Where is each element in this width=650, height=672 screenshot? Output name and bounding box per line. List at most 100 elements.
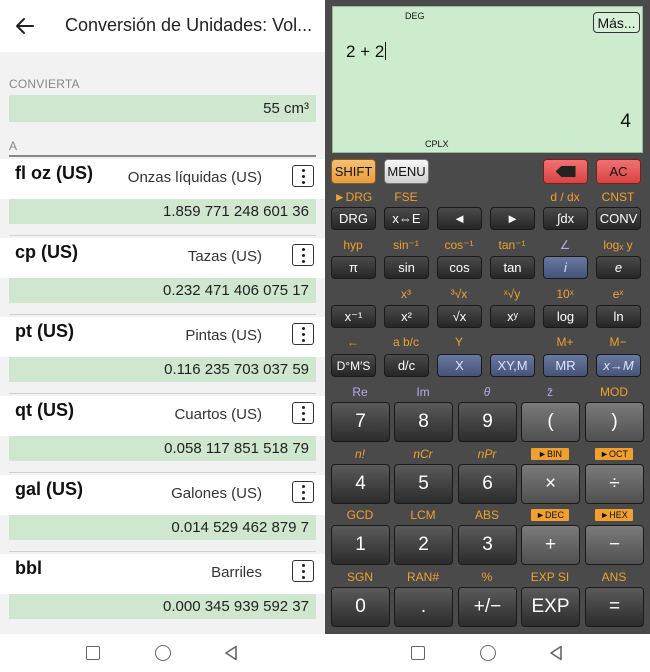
square-root-key[interactable]: √x [437, 305, 482, 328]
result-value: 4 [620, 111, 631, 132]
cursor-left-key[interactable]: ◄ [437, 207, 482, 230]
store-memory-key[interactable]: x→M [596, 354, 641, 377]
more-vert-icon[interactable] [292, 560, 314, 582]
digit-0-key[interactable]: 0 [331, 587, 390, 627]
digit-9-key[interactable]: 9 [458, 402, 517, 442]
digit-2-key[interactable]: 2 [394, 525, 453, 565]
key-label-fse: FSE [394, 190, 418, 204]
unit-row[interactable]: qt (US) Cuartos (US) 0.058 117 851 518 7… [0, 394, 325, 473]
input-value-field[interactable]: 55 cm³ [9, 95, 316, 122]
euler-key[interactable]: e [596, 256, 641, 279]
system-nav-bar [0, 634, 650, 672]
unit-value: 0.116 235 703 037 59 [9, 357, 316, 382]
square-key[interactable]: x² [384, 305, 429, 328]
back-triangle-icon[interactable] [224, 645, 238, 661]
key-label-y: Y [454, 335, 463, 349]
reciprocal-key[interactable]: x⁻¹ [331, 305, 376, 328]
unit-row[interactable]: bbl Barriles 0.000 345 939 592 37 [0, 552, 325, 631]
unit-symbol: qt (US) [15, 400, 74, 420]
unit-value: 0.058 117 851 518 79 [9, 436, 316, 461]
open-paren-key[interactable]: ( [521, 402, 580, 442]
page-title: Conversión de Unidades: Vol... [65, 15, 313, 35]
tan-key[interactable]: tan [490, 256, 535, 279]
key-label-hyp: hyp [343, 238, 363, 252]
multiply-key[interactable]: × [521, 464, 580, 504]
exp-key[interactable]: EXP [521, 587, 580, 627]
key-label-factorial: n! [354, 447, 365, 461]
shift-key[interactable]: SHIFT [331, 159, 376, 184]
digit-7-key[interactable]: 7 [331, 402, 390, 442]
cos-key[interactable]: cos [437, 256, 482, 279]
app-bar: Conversión de Unidades: Vol... [0, 0, 325, 52]
text-cursor [385, 42, 387, 60]
unit-row[interactable]: gal (US) Galones (US) 0.014 529 462 879 … [0, 473, 325, 552]
key-label-hex: ►HEX [595, 509, 633, 521]
unit-value: 1.859 771 248 601 36 [9, 199, 316, 224]
memory-recall-key[interactable]: MR [543, 354, 588, 377]
equals-key[interactable]: = [585, 587, 644, 627]
unit-symbol: fl oz (US) [15, 163, 93, 183]
ln-key[interactable]: ln [596, 305, 641, 328]
key-label-acos: cos⁻¹ [444, 238, 474, 252]
recents-square-icon[interactable] [411, 646, 425, 660]
unit-symbol: gal (US) [15, 479, 84, 499]
key-label-re: Re [352, 385, 368, 399]
unit-row[interactable]: fl oz (US) Onzas líquidas (US) 1.859 771… [0, 157, 325, 236]
menu-key[interactable]: MENU [384, 159, 429, 184]
plus-key[interactable]: + [521, 525, 580, 565]
imaginary-key[interactable]: i [543, 256, 588, 279]
unit-row[interactable]: cp (US) Tazas (US) 0.232 471 406 075 17 [0, 236, 325, 315]
fraction-key[interactable]: d/c [384, 354, 429, 377]
key-label-cube: x³ [401, 287, 411, 301]
conv-key[interactable]: CONV [596, 207, 641, 230]
more-button[interactable]: Más... [593, 12, 640, 33]
key-label-derivative: d / dx [550, 190, 580, 204]
key-label-ans: ANS [601, 570, 627, 584]
pi-key[interactable]: π [331, 256, 376, 279]
dms-key[interactable]: D°M′S [331, 354, 376, 377]
key-label-arrow-left: ← [347, 335, 359, 349]
digit-6-key[interactable]: 6 [458, 464, 517, 504]
cursor-right-key[interactable]: ► [490, 207, 535, 230]
key-label-conjugate: z̄ [547, 385, 553, 399]
integral-key[interactable]: ∫dx [543, 207, 588, 230]
minus-key[interactable]: − [585, 525, 644, 565]
sin-key[interactable]: sin [384, 256, 429, 279]
more-vert-icon[interactable] [292, 481, 314, 503]
recents-square-icon[interactable] [86, 646, 100, 660]
output-section-label: A [9, 139, 18, 153]
xy-memory-key[interactable]: XY,M [490, 354, 535, 377]
digit-5-key[interactable]: 5 [394, 464, 453, 504]
plus-minus-key[interactable]: +/− [458, 587, 517, 627]
close-paren-key[interactable]: ) [585, 402, 644, 442]
more-vert-icon[interactable] [292, 402, 314, 424]
unit-name: Barriles [211, 564, 262, 581]
digit-1-key[interactable]: 1 [331, 525, 390, 565]
input-section-label: CONVIERTA [9, 77, 80, 91]
drg-key[interactable]: DRG [331, 207, 376, 230]
log-key[interactable]: log [543, 305, 588, 328]
back-button[interactable] [8, 9, 42, 43]
unit-name: Onzas líquidas (US) [127, 169, 262, 186]
x-exchange-e-key[interactable]: x⇔E [384, 207, 429, 230]
backspace-key[interactable] [543, 159, 588, 184]
back-triangle-icon[interactable] [549, 645, 563, 661]
power-key[interactable]: xʸ [490, 305, 535, 328]
key-label-lcm: LCM [410, 508, 436, 522]
unit-row[interactable]: pt (US) Pintas (US) 0.116 235 703 037 59 [0, 315, 325, 394]
unit-symbol: pt (US) [15, 321, 74, 341]
more-vert-icon[interactable] [292, 244, 314, 266]
all-clear-key[interactable]: AC [596, 159, 641, 184]
digit-3-key[interactable]: 3 [458, 525, 517, 565]
digit-8-key[interactable]: 8 [394, 402, 453, 442]
divide-key[interactable]: ÷ [585, 464, 644, 504]
more-vert-icon[interactable] [292, 323, 314, 345]
decimal-point-key[interactable]: . [394, 587, 453, 627]
unit-name: Cuartos (US) [174, 406, 262, 423]
more-vert-icon[interactable] [292, 165, 314, 187]
home-circle-icon[interactable] [480, 645, 496, 661]
expression-line[interactable]: 2 + 2 [346, 42, 387, 62]
home-circle-icon[interactable] [155, 645, 171, 661]
x-variable-key[interactable]: X [437, 354, 482, 377]
digit-4-key[interactable]: 4 [331, 464, 390, 504]
